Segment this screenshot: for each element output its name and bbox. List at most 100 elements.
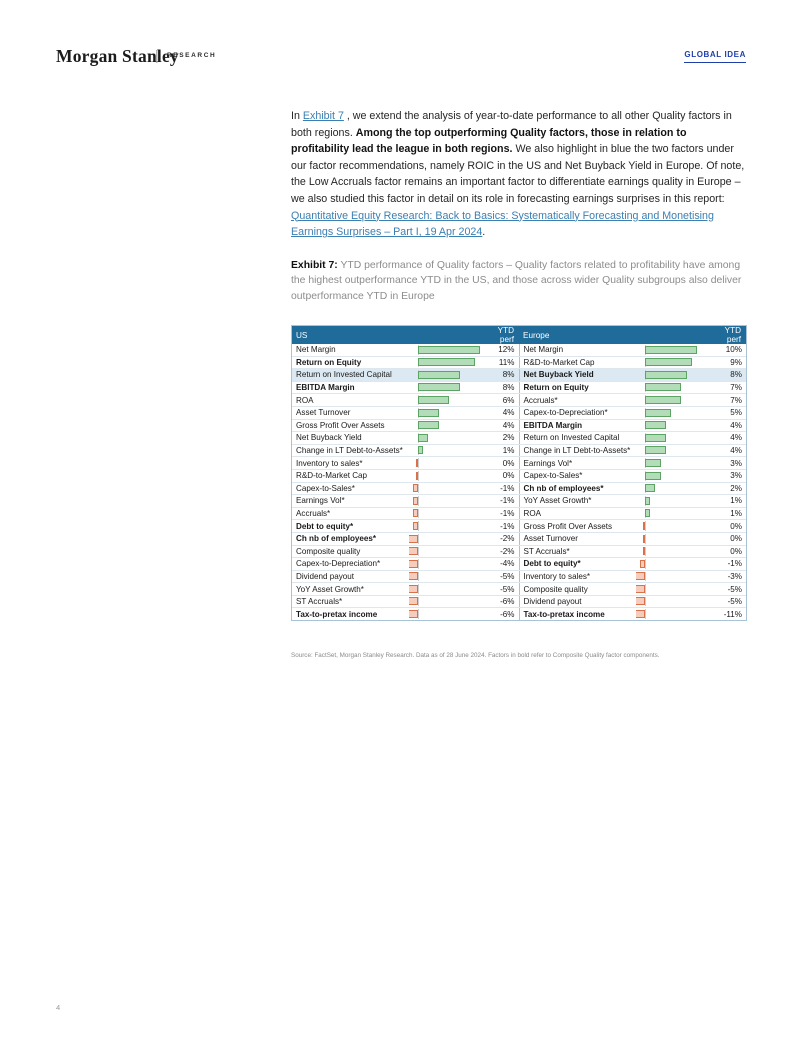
factor-name: Ch nb of employees* (292, 532, 409, 546)
factor-name: R&D-to-Market Cap (292, 469, 409, 483)
factor-value: 4% (483, 419, 519, 433)
perf-bar (418, 358, 476, 367)
factor-value: -6% (500, 609, 515, 619)
factor-value: 1% (710, 494, 746, 508)
perf-bar (643, 521, 645, 530)
factor-value: -4% (483, 557, 519, 571)
bar-cell (409, 608, 483, 620)
perf-bar (409, 534, 418, 543)
factor-name: Change in LT Debt-to-Assets* (518, 444, 636, 458)
factor-name: Asset Turnover (292, 406, 409, 420)
bar-cell (409, 381, 483, 395)
perf-bar (412, 484, 418, 493)
perf-bar (412, 509, 418, 518)
factor-value: 8% (483, 381, 519, 395)
bar-cell (409, 406, 483, 420)
bar-cell (636, 532, 710, 546)
factor-value: 7% (710, 381, 746, 395)
factor-name: Ch nb of employees* (518, 482, 636, 496)
perf-bar (418, 370, 460, 379)
table-row: Gross Profit Over Assets 4% EBITDA Margin 4… (292, 419, 746, 433)
bar-cell (636, 595, 710, 609)
research-label: RESEARCH (167, 52, 217, 59)
factor-value: -5% (710, 582, 746, 596)
perf-bar (639, 559, 645, 568)
exhibit-caption-text: YTD performance of Quality factors – Qua… (291, 259, 742, 302)
table-header-row: US YTD perf Europe YTD perf (292, 326, 746, 344)
factor-value: 2% (483, 431, 519, 445)
factor-name: Gross Profit Over Assets (518, 519, 636, 533)
factor-name: YoY Asset Growth* (292, 582, 409, 596)
bar-cell (636, 545, 710, 559)
perf-bar (645, 496, 651, 505)
header-us: US (292, 326, 483, 344)
bar-cell (409, 344, 483, 357)
perf-bar (418, 446, 424, 455)
factor-value: 7% (710, 393, 746, 407)
factor-name: Net Margin (292, 344, 409, 357)
header-europe: Europe (519, 326, 710, 344)
bar-cell (636, 519, 710, 533)
factor-value: 0% (710, 532, 746, 546)
factor-value: 0% (483, 469, 519, 483)
table-row: EBITDA Margin 8% Return on Equity 7% (292, 381, 746, 395)
factor-value: -1% (483, 519, 519, 533)
bar-cell (636, 507, 710, 521)
factor-name: Debt to equity* (518, 557, 636, 571)
exhibit7-link[interactable]: Exhibit 7 (303, 110, 344, 122)
factor-name: Change in LT Debt-to-Assets* (292, 444, 409, 458)
table-row: Capex-to-Depreciation* -4% Debt to equity*… (292, 557, 746, 571)
bar-cell (636, 381, 710, 395)
perf-bar (409, 572, 418, 581)
table-row: Dividend payout -5% Inventory to sales* -3% (292, 570, 746, 584)
table-row: Debt to equity* -1% Gross Profit Over Asse… (292, 519, 746, 533)
perf-bar (645, 345, 697, 354)
factor-value: 1% (710, 507, 746, 521)
factor-value: -1% (483, 507, 519, 521)
table-row: Net Buyback Yield 2% Return on Invested Ca… (292, 431, 746, 445)
bar-cell (409, 494, 483, 508)
factor-value: 1% (483, 444, 519, 458)
factor-name: Dividend payout (292, 570, 409, 584)
perf-bar (418, 421, 439, 430)
bar-cell (636, 419, 710, 433)
bar-cell (409, 419, 483, 433)
bar-cell (409, 595, 483, 609)
factor-value: -2% (483, 545, 519, 559)
factor-name: Capex-to-Sales* (292, 482, 409, 496)
perf-bar (645, 395, 682, 404)
perf-bar (645, 433, 666, 442)
header-europe-perf: YTD perf (710, 326, 746, 344)
perf-bar (636, 597, 645, 606)
factor-value: -11% (723, 609, 742, 619)
factor-value: 6% (483, 393, 519, 407)
report-link[interactable]: Quantitative Equity Research: Back to Ba… (291, 210, 714, 239)
factor-name: Accruals* (518, 393, 636, 407)
exhibit-table: US YTD perf Europe YTD perf Net Margin 12… (292, 326, 746, 621)
table-row: ROA 6% Accruals* 7% (292, 393, 746, 407)
perf-bar (645, 370, 687, 379)
bar-cell (636, 608, 710, 620)
factor-name: Net Margin (518, 344, 636, 357)
table-row: YoY Asset Growth* -5% Composite quality -5% (292, 582, 746, 596)
factor-value: 4% (710, 431, 746, 445)
perf-bar (409, 584, 418, 593)
factor-value: 10% (710, 344, 746, 357)
factor-name: Gross Profit Over Assets (292, 419, 409, 433)
perf-bar (412, 496, 418, 505)
bar-cell (409, 444, 483, 458)
perf-bar (636, 610, 645, 619)
factor-value: -3% (710, 570, 746, 584)
bar-cell (409, 570, 483, 584)
perf-bar (409, 559, 418, 568)
table-row: Return on Invested Capital 8% Net Buyback … (292, 368, 746, 382)
perf-bar (418, 383, 460, 392)
table-row: Tax-to-pretax income -6% Tax-to-pretax inc… (292, 607, 746, 621)
factor-value: -1% (710, 557, 746, 571)
perf-bar (412, 521, 418, 530)
factor-name: Debt to equity* (292, 519, 409, 533)
factor-name: ROA (518, 507, 636, 521)
factor-value: 11% (483, 356, 519, 370)
body-paragraph: In Exhibit 7 , we extend the analysis of… (291, 108, 747, 241)
factor-value: 9% (710, 356, 746, 370)
